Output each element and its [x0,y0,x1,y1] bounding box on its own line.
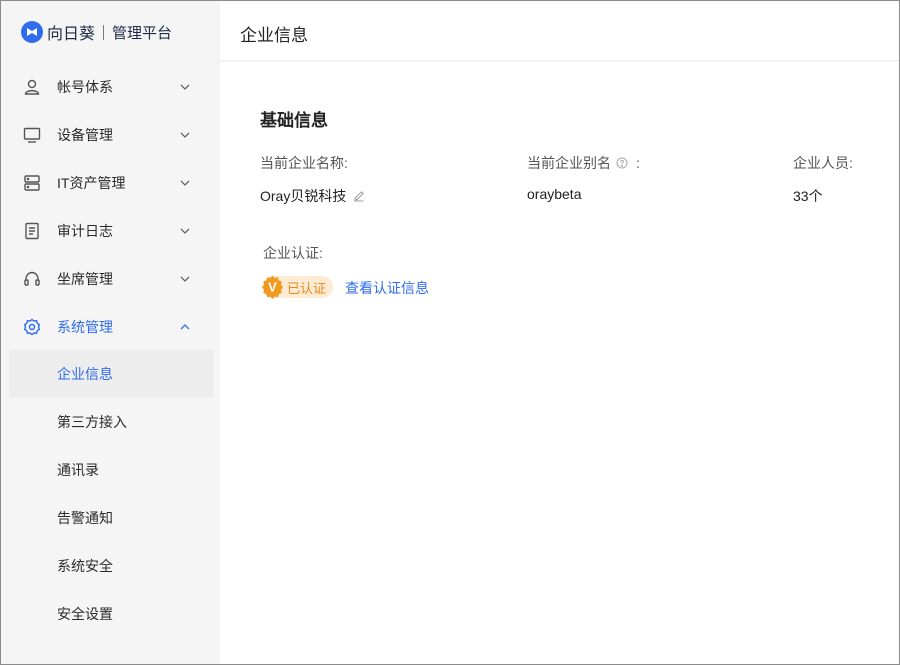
edit-pencil-icon[interactable] [353,190,365,202]
sidebar-subitem-alert-notification[interactable]: 告警通知 [9,494,213,542]
brand-subtitle: 管理平台 [112,24,173,42]
chevron-down-icon [178,272,192,286]
server-icon [23,174,41,192]
label-colon: : [636,155,640,171]
sidebar-subitem-contacts[interactable]: 通讯录 [9,446,213,494]
brand-divider [103,24,105,40]
certification-label: 企业认证: [263,245,323,261]
sidebar-item-audit-log[interactable]: 审计日志 [1,207,220,255]
chevron-up-icon [178,320,192,334]
document-icon [23,222,41,240]
company-alias-value: oraybeta [527,186,582,202]
certified-badge-text: 已认证 [287,280,327,296]
headset-icon [23,270,41,288]
header-bar: 企业信息 [220,1,899,61]
company-name-label: 当前企业名称: [260,155,348,171]
sidebar-subitem-system-security[interactable]: 系统安全 [9,542,213,590]
certified-badge: V 已认证 [261,275,333,299]
chevron-down-icon [178,80,192,94]
chevron-down-icon [178,224,192,238]
company-alias-label: 当前企业别名 : [527,153,640,173]
chevron-down-icon [178,128,192,142]
company-name-value-group: Oray贝锐科技 [260,186,365,206]
help-icon[interactable] [616,157,628,169]
gear-icon [23,318,41,336]
sidebar-item-seat-management[interactable]: 坐席管理 [1,255,220,303]
company-staff-label: 企业人员: [793,155,853,171]
monitor-icon [23,126,41,144]
sidebar-item-it-assets[interactable]: IT资产管理 [1,159,220,207]
brand[interactable]: 向日葵 管理平台 [21,19,172,45]
sidebar-subitem-security-settings[interactable]: 安全设置 [9,590,213,638]
brand-name: 向日葵 [47,26,96,43]
sidebar-subitem-third-party[interactable]: 第三方接入 [9,398,213,446]
view-certification-link[interactable]: 查看认证信息 [345,278,429,298]
sunlogin-logo-icon [21,21,43,43]
main-content: 基础信息 当前企业名称: 当前企业别名 : 企业人员: Oray贝锐科技 ora… [220,62,899,664]
sidebar-subitem-company-info[interactable]: 企业信息 [9,350,213,398]
sidebar-item-device-management[interactable]: 设备管理 [1,111,220,159]
company-name-value: Oray贝锐科技 [260,188,347,204]
section-title: 基础信息 [260,111,328,130]
sidebar-item-label: 系统管理 [57,319,113,335]
company-alias-label-text: 当前企业别名 [527,155,611,171]
sidebar-item-account-system[interactable]: 帐号体系 [1,63,220,111]
chevron-down-icon [178,176,192,190]
sidebar-item-label: 帐号体系 [57,79,113,95]
sidebar: 向日葵 管理平台 帐号体系 设备管理 IT资产管理 审计日志 坐席管理 系统管理… [1,1,220,664]
svg-text:V: V [268,280,277,295]
sidebar-item-label: 坐席管理 [57,271,113,287]
sidebar-item-label: 审计日志 [57,223,113,239]
company-staff-value: 33个 [793,188,823,204]
verified-v-icon: V [261,275,284,299]
user-icon [23,78,41,96]
sidebar-item-label: IT资产管理 [57,175,126,191]
sidebar-item-system-management[interactable]: 系统管理 [1,303,220,351]
page-title: 企业信息 [240,26,308,45]
sidebar-item-label: 设备管理 [57,127,113,143]
